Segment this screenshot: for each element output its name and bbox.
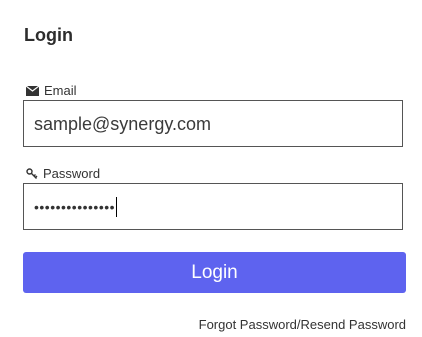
forgot-password-link[interactable]: Forgot Password/Resend Password xyxy=(199,317,406,333)
login-card: Login Email sample@synergy.com Password … xyxy=(0,0,422,337)
email-value: sample@synergy.com xyxy=(34,113,211,134)
password-label: Password xyxy=(26,166,100,182)
password-field[interactable]: ••••••••••••••• xyxy=(23,183,403,230)
envelope-icon xyxy=(26,86,39,96)
page-title: Login xyxy=(24,25,73,45)
key-icon xyxy=(26,168,38,180)
login-button[interactable]: Login xyxy=(23,252,406,293)
email-label: Email xyxy=(26,83,77,99)
email-label-text: Email xyxy=(44,83,77,98)
password-value: ••••••••••••••• xyxy=(34,198,116,215)
email-field[interactable]: sample@synergy.com xyxy=(23,100,403,147)
text-caret xyxy=(116,196,118,217)
password-label-text: Password xyxy=(43,166,101,181)
